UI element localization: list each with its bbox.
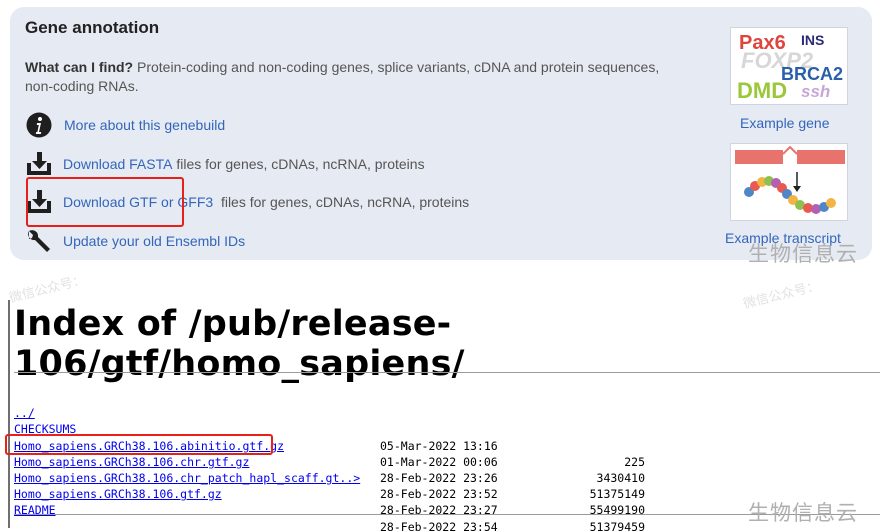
wrench-icon: [25, 227, 55, 255]
watermark-text: 生物信息云: [748, 242, 858, 266]
example-transcript-image[interactable]: [730, 143, 848, 221]
fasta-description: files for genes, cDNAs, ncRNA, proteins: [172, 156, 425, 172]
update-ids-row: Update your old Ensembl IDs: [25, 227, 245, 255]
file-date: 28-Feb-2022 23:27: [380, 503, 498, 518]
list-item: Homo_sapiens.GRCh38.106.chr_patch_hapl_s…: [14, 454, 645, 517]
transcript-illustration: [735, 145, 845, 214]
file-size: 3430410: [596, 470, 645, 485]
file-date: 28-Feb-2022 23:52: [380, 487, 498, 502]
gene-word-ins: INS: [801, 32, 825, 48]
file-link[interactable]: Homo_sapiens.GRCh38.106.chr.gtf.gz: [14, 454, 249, 470]
watermark-faint-text: 微信公众号：: [7, 272, 88, 307]
gene-word-ssh: ssh: [801, 82, 831, 101]
highlight-chr-gtf-box: [5, 434, 273, 455]
file-link[interactable]: Homo_sapiens.GRCh38.106.gtf.gz: [14, 486, 222, 502]
panel-description: What can I find? Protein-coding and non-…: [25, 58, 665, 96]
download-fasta-row: Download FASTA files for genes, cDNAs, n…: [25, 150, 425, 178]
gtf-description: files for genes, cDNAs, ncRNA, proteins: [213, 194, 470, 210]
file-size: 55499190: [589, 503, 645, 518]
watermark-text: 生物信息云: [748, 501, 858, 525]
file-size: 51379459: [589, 519, 645, 532]
list-item: CHECKSUMS 05-Mar-2022 13:16 225: [14, 405, 645, 468]
download-icon: [25, 150, 55, 178]
file-size: 225: [624, 454, 645, 469]
file-size: 51375149: [589, 487, 645, 502]
question-label: What can I find?: [25, 59, 134, 75]
download-fasta-link[interactable]: Download FASTA: [63, 156, 172, 172]
gene-word-dmd: DMD: [737, 78, 788, 103]
left-border: [8, 300, 10, 528]
file-date: 28-Feb-2022 23:26: [380, 470, 498, 485]
more-about-row: More about this genebuild: [26, 111, 225, 139]
file-date: 05-Mar-2022 13:16: [380, 438, 498, 453]
divider: [14, 372, 880, 373]
list-item: README 28-Feb-2022 23:54 10093: [14, 486, 498, 532]
info-icon: [26, 111, 56, 139]
update-ensembl-ids-link[interactable]: Update your old Ensembl IDs: [63, 233, 245, 249]
file-link[interactable]: Homo_sapiens.GRCh38.106.chr_patch_hapl_s…: [14, 470, 360, 486]
file-link[interactable]: README: [14, 502, 56, 518]
more-about-genebuild-link[interactable]: More about this genebuild: [64, 117, 225, 133]
list-item: ../: [14, 389, 42, 420]
file-date: 01-Mar-2022 00:06: [380, 454, 498, 469]
panel-title: Gene annotation: [25, 18, 160, 37]
example-gene-link[interactable]: Example gene: [740, 115, 830, 131]
list-item: Homo_sapiens.GRCh38.106.gtf.gz 28-Feb-20…: [14, 470, 645, 532]
example-gene-image[interactable]: Pax6 INS FOXP2 BRCA2 DMD ssh: [730, 27, 848, 105]
file-date: 28-Feb-2022 23:54: [380, 519, 498, 532]
highlight-gtf-box: [26, 177, 184, 227]
